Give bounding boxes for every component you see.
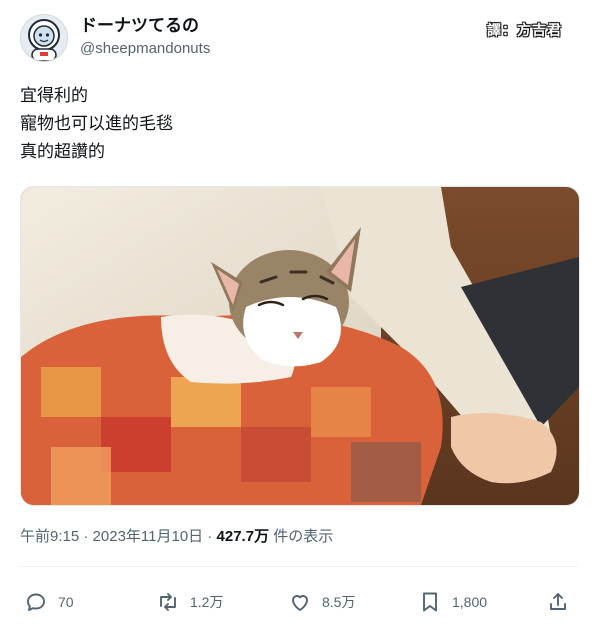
tweet-line: 寵物也可以進的毛毯 xyxy=(20,114,173,133)
share-button[interactable] xyxy=(546,582,580,622)
tweet-meta: 午前9:15 · 2023年11月10日 · 427.7万 件の表示 xyxy=(20,527,333,547)
tweet-date[interactable]: 2023年11月10日 xyxy=(93,528,204,545)
reply-button[interactable]: 70 xyxy=(24,582,74,622)
translator-credit: 譯：方吉君 xyxy=(487,22,562,38)
views-count[interactable]: 427.7万 xyxy=(217,528,270,545)
retweet-icon xyxy=(160,593,176,611)
meta-separator: · xyxy=(79,528,93,545)
tweet-time[interactable]: 午前9:15 xyxy=(20,528,79,545)
tweet-header: ドーナツてるの @sheepmandonuts 譯：方吉君 xyxy=(20,14,578,64)
display-name[interactable]: ドーナツてるの xyxy=(80,15,210,37)
bookmark-count: 1,800 xyxy=(452,594,488,610)
reply-count: 70 xyxy=(58,594,74,610)
retweet-button[interactable]: 1.2万 xyxy=(156,582,223,622)
share-icon xyxy=(550,593,566,610)
user-handle[interactable]: @sheepmandonuts xyxy=(80,39,210,59)
astronaut-avatar-icon xyxy=(21,15,67,61)
reply-icon xyxy=(27,593,45,611)
like-button[interactable]: 8.5万 xyxy=(288,582,355,622)
divider xyxy=(20,566,578,567)
tweet-line: 真的超讚的 xyxy=(20,142,105,161)
cat-wrapped-in-blanket-photo[interactable] xyxy=(20,186,580,506)
bookmark-button[interactable]: 1,800 xyxy=(418,582,487,622)
tweet-line: 宜得利的 xyxy=(20,86,88,105)
user-avatar[interactable] xyxy=(20,14,68,62)
bookmark-icon xyxy=(423,592,437,612)
tweet-actions: 70 1.2万 8.5万 1,800 xyxy=(20,582,578,622)
tweet-text: 宜得利的 寵物也可以進的毛毯 真的超讚的 xyxy=(20,82,173,166)
meta-separator: · xyxy=(203,528,217,545)
like-count: 8.5万 xyxy=(322,594,356,610)
retweet-count: 1.2万 xyxy=(190,594,224,610)
user-names: ドーナツてるの @sheepmandonuts xyxy=(80,15,210,59)
heart-icon xyxy=(292,595,308,611)
views-label: 件の表示 xyxy=(269,528,334,545)
